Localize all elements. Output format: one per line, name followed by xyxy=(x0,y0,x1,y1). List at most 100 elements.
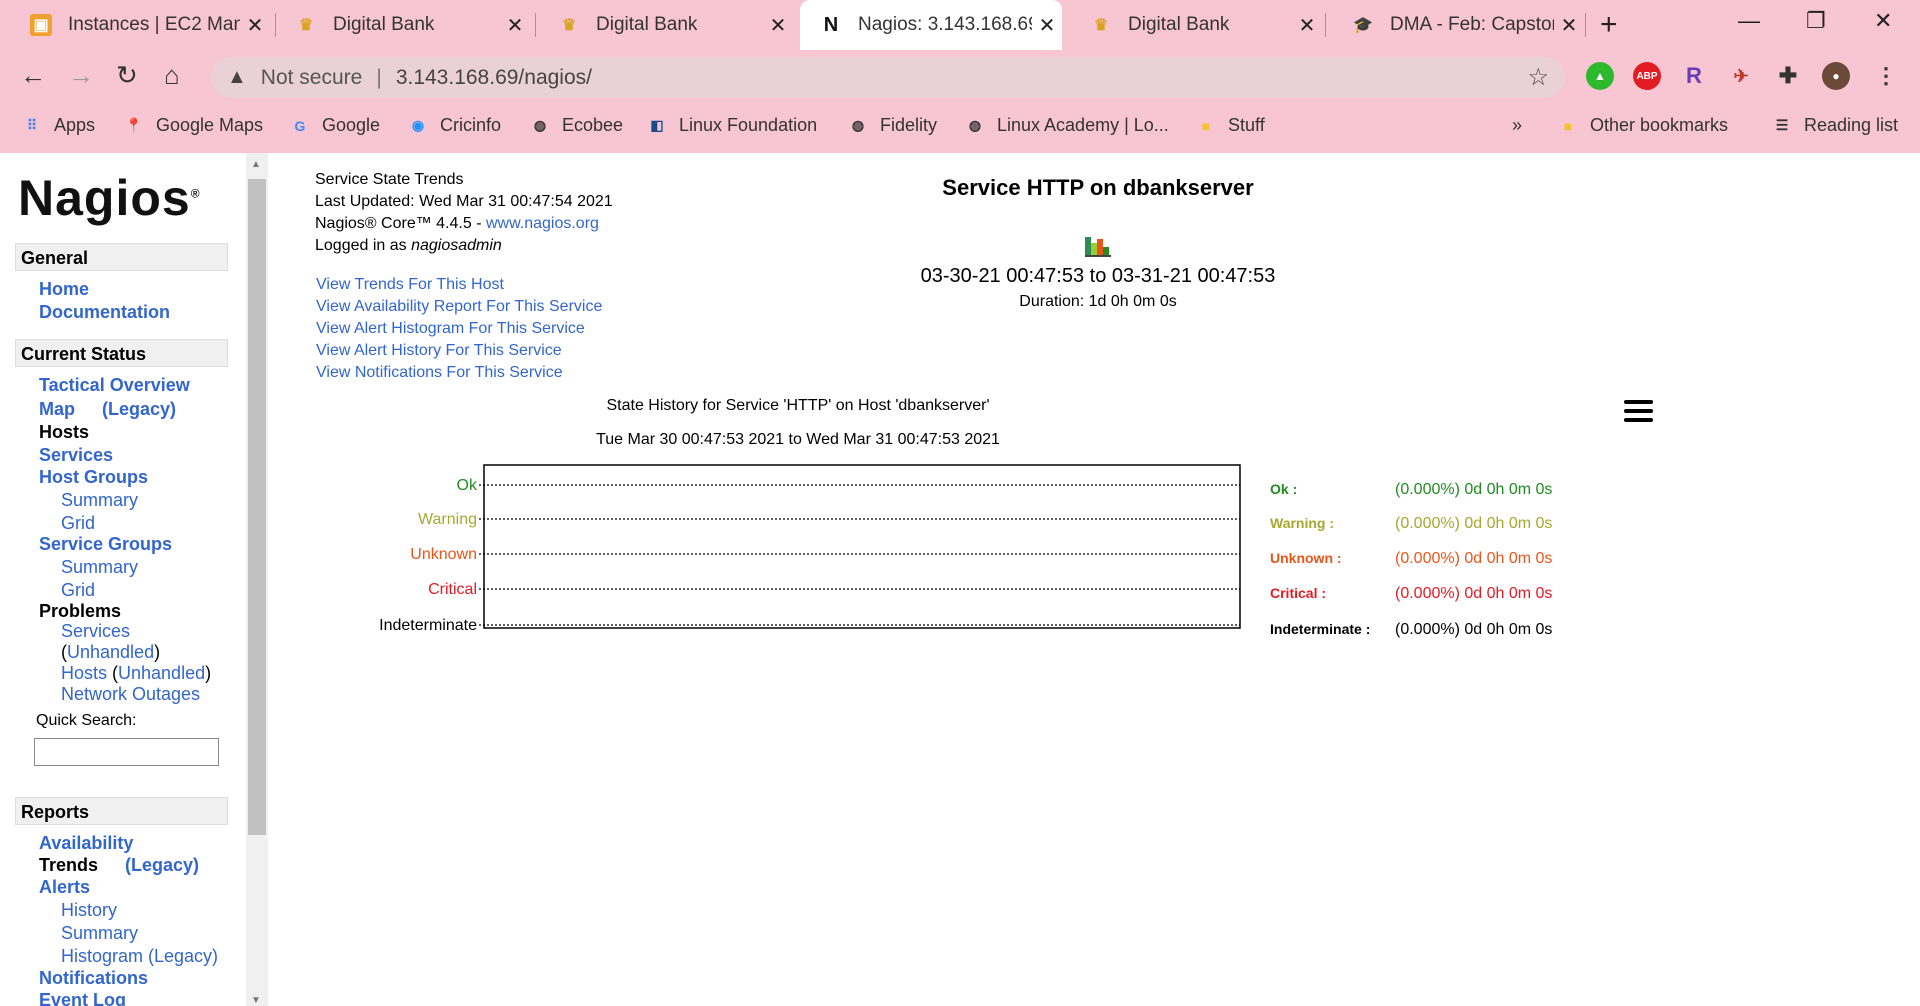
main-content: Service State Trends Last Updated: Wed M… xyxy=(268,153,1920,1006)
home-icon[interactable]: ⌂ xyxy=(164,60,180,91)
nagios-logo[interactable]: Nagios® xyxy=(18,169,201,227)
puzzle-extensions-icon[interactable]: ✚ xyxy=(1774,62,1802,90)
bookmark-stuff[interactable]: ■ Stuff xyxy=(1196,115,1265,136)
state-history-chart: Ok Ok : (0.000%) 0d 0h 0m 0s Warning Warning… xyxy=(379,464,1552,638)
quick-search-input[interactable] xyxy=(34,738,219,766)
r-extension-icon[interactable]: R xyxy=(1680,62,1708,90)
nav-alerts-summary[interactable]: Summary xyxy=(61,923,138,944)
tab-bar: ▣ Instances | EC2 Mana ✕ ♛ Digital Bank … xyxy=(0,0,1920,50)
nav-home[interactable]: Home xyxy=(39,279,89,300)
legend-label-indeterminate: Indeterminate : xyxy=(1270,621,1370,637)
globe-icon: ◍ xyxy=(851,117,865,133)
scroll-down-arrow-icon[interactable]: ▼ xyxy=(251,995,261,1006)
chart-frame xyxy=(483,464,1241,629)
nav-problems[interactable]: Problems xyxy=(39,601,121,622)
forward-arrow-icon[interactable]: → xyxy=(68,60,94,91)
cricinfo-icon: ◉ xyxy=(411,117,425,133)
bookmark-ecobee[interactable]: ◍ Ecobee xyxy=(530,115,623,136)
nav-trends-legacy[interactable]: (Legacy) xyxy=(125,855,199,876)
adblock-extension-icon[interactable]: ABP xyxy=(1633,62,1661,90)
restore-button[interactable]: ❐ xyxy=(1806,8,1826,34)
graduation-cap-icon: 🎓 xyxy=(1353,17,1373,34)
nav-notifications[interactable]: Notifications xyxy=(39,968,148,989)
tab-ec2[interactable]: ▣ Instances | EC2 Mana ✕ xyxy=(0,0,270,50)
bank-logo-icon: ♛ xyxy=(1093,17,1109,34)
legend-value-warning: (0.000%) 0d 0h 0m 0s xyxy=(1395,515,1552,532)
legend-value-indeterminate: (0.000%) 0d 0h 0m 0s xyxy=(1395,621,1552,638)
nav-host-groups[interactable]: Host Groups xyxy=(39,467,148,488)
nav-problems-services[interactable]: Services xyxy=(61,621,130,642)
nav-alerts[interactable]: Alerts xyxy=(39,877,90,898)
tab-dma[interactable]: 🎓 DMA - Feb: Capstone ✕ xyxy=(1322,0,1584,50)
reload-icon[interactable]: ↻ xyxy=(116,60,138,91)
nav-problems-hosts[interactable]: Hosts xyxy=(61,663,107,683)
tab-close-icon[interactable]: ✕ xyxy=(1554,13,1584,38)
nav-host-groups-grid[interactable]: Grid xyxy=(61,513,95,534)
security-indicator[interactable]: Not secure xyxy=(261,66,363,90)
nav-problems-services-unhandled[interactable]: Unhandled xyxy=(67,642,154,662)
nav-problems-hosts-wrap: Hosts (Unhandled) xyxy=(61,663,212,683)
nagios-n-icon: N xyxy=(823,13,839,36)
nav-alerts-history[interactable]: History xyxy=(61,900,117,921)
nav-alerts-histogram[interactable]: Histogram (Legacy) xyxy=(61,946,218,967)
section-reports: Reports xyxy=(15,797,228,825)
back-arrow-icon[interactable]: ← xyxy=(20,60,46,91)
legend-value-ok: (0.000%) 0d 0h 0m 0s xyxy=(1395,481,1552,498)
nav-hosts[interactable]: Hosts xyxy=(39,422,89,443)
aws-cube-icon: ▣ xyxy=(30,14,52,36)
bookmark-star-icon[interactable]: ☆ xyxy=(1527,63,1549,92)
bookmark-linux-academy[interactable]: ◍ Linux Academy | Lo... xyxy=(965,115,1169,136)
address-separator: | xyxy=(376,65,382,89)
nav-availability[interactable]: Availability xyxy=(39,833,133,854)
bookmark-other[interactable]: ■ Other bookmarks xyxy=(1558,115,1728,136)
nav-service-groups-grid[interactable]: Grid xyxy=(61,580,95,601)
scroll-up-arrow-icon[interactable]: ▲ xyxy=(251,159,261,170)
nav-map-legacy[interactable]: (Legacy) xyxy=(102,399,176,420)
address-bar[interactable]: ▲ Not secure | 3.143.168.69/nagios/ ☆ xyxy=(211,57,1565,98)
profile-avatar[interactable]: ● xyxy=(1822,62,1850,90)
nav-service-groups-summary[interactable]: Summary xyxy=(61,557,138,578)
bookmark-apps[interactable]: ⠿ Apps xyxy=(22,115,95,136)
nav-service-groups[interactable]: Service Groups xyxy=(39,534,172,555)
reading-list-icon: ☰ xyxy=(1775,117,1789,133)
reading-list[interactable]: ☰ Reading list xyxy=(1772,115,1898,136)
nav-services[interactable]: Services xyxy=(39,445,113,466)
tab-digital-bank-1[interactable]: ♛ Digital Bank ✕ xyxy=(265,0,530,50)
tab-nagios[interactable]: N Nagios: 3.143.168.69 ✕ xyxy=(800,0,1062,50)
warning-triangle-icon: ▲ xyxy=(227,66,247,88)
nav-map[interactable]: Map xyxy=(39,399,75,420)
tab-close-icon[interactable]: ✕ xyxy=(1292,13,1322,38)
tab-digital-bank-3[interactable]: ♛ Digital Bank ✕ xyxy=(1060,0,1322,50)
nav-tactical-overview[interactable]: Tactical Overview xyxy=(39,375,190,396)
tab-close-icon[interactable]: ✕ xyxy=(763,13,793,38)
new-tab-button[interactable]: + xyxy=(1600,8,1618,42)
sidebar-scrollbar[interactable]: ▲ ▼ xyxy=(246,153,268,1006)
nav-trends[interactable]: Trends xyxy=(39,855,98,876)
tab-close-icon[interactable]: ✕ xyxy=(1032,13,1062,38)
folder-icon: ■ xyxy=(1201,117,1211,134)
scrollbar-thumb[interactable] xyxy=(248,179,266,835)
tab-separator xyxy=(1585,13,1586,37)
bookmark-fidelity[interactable]: ◍ Fidelity xyxy=(848,115,937,136)
tab-digital-bank-2[interactable]: ♛ Digital Bank ✕ xyxy=(528,0,793,50)
nav-host-groups-summary[interactable]: Summary xyxy=(61,490,138,511)
tab-close-icon[interactable]: ✕ xyxy=(500,13,530,38)
bookmark-google-maps[interactable]: 📍 Google Maps xyxy=(124,115,263,136)
bank-logo-icon: ♛ xyxy=(298,17,314,34)
window-close-button[interactable]: ✕ xyxy=(1874,8,1892,34)
nav-documentation[interactable]: Documentation xyxy=(39,302,170,323)
globe-icon: ◍ xyxy=(968,117,982,133)
nav-event-log[interactable]: Event Log xyxy=(39,990,126,1006)
bookmark-google[interactable]: G Google xyxy=(290,115,381,136)
bookmark-cricinfo[interactable]: ◉ Cricinfo xyxy=(408,115,501,136)
nav-network-outages[interactable]: Network Outages xyxy=(61,684,200,705)
url-text[interactable]: 3.143.168.69/nagios/ xyxy=(396,66,592,90)
minimize-button[interactable]: — xyxy=(1738,8,1760,34)
browser-menu-icon[interactable]: ⋮ xyxy=(1872,62,1900,90)
bookmarks-more-chevron[interactable]: » xyxy=(1512,115,1522,136)
bookmark-linux-foundation[interactable]: ◧ Linux Foundation xyxy=(647,115,817,136)
nav-problems-hosts-unhandled[interactable]: Unhandled xyxy=(118,663,205,683)
bank-logo-icon: ♛ xyxy=(561,17,577,34)
green-extension-icon[interactable]: ▲ xyxy=(1586,62,1614,90)
bird-extension-icon[interactable]: ✈ xyxy=(1727,62,1755,90)
